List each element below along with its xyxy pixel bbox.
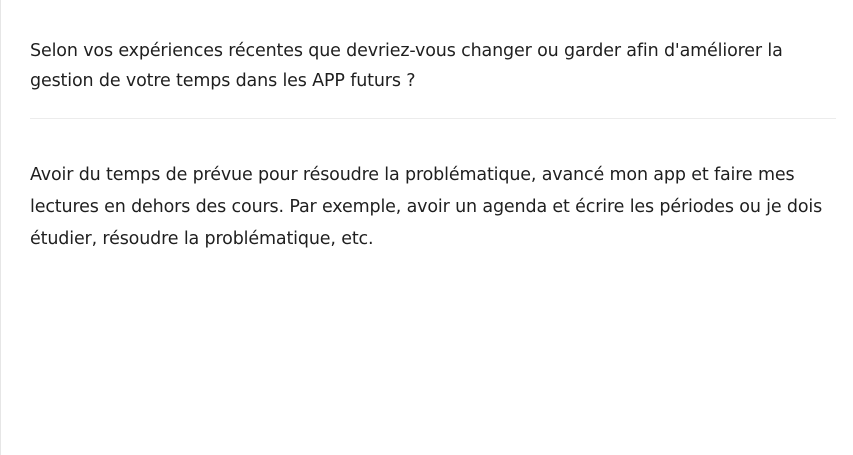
section-divider [30, 118, 836, 119]
question-text: Selon vos expériences récentes que devri… [30, 41, 783, 91]
survey-response-panel: Selon vos expériences récentes que devri… [0, 0, 853, 455]
response-content: Selon vos expériences récentes que devri… [30, 0, 836, 255]
answer-text: Avoir du temps de prévue pour résoudre l… [30, 165, 823, 249]
